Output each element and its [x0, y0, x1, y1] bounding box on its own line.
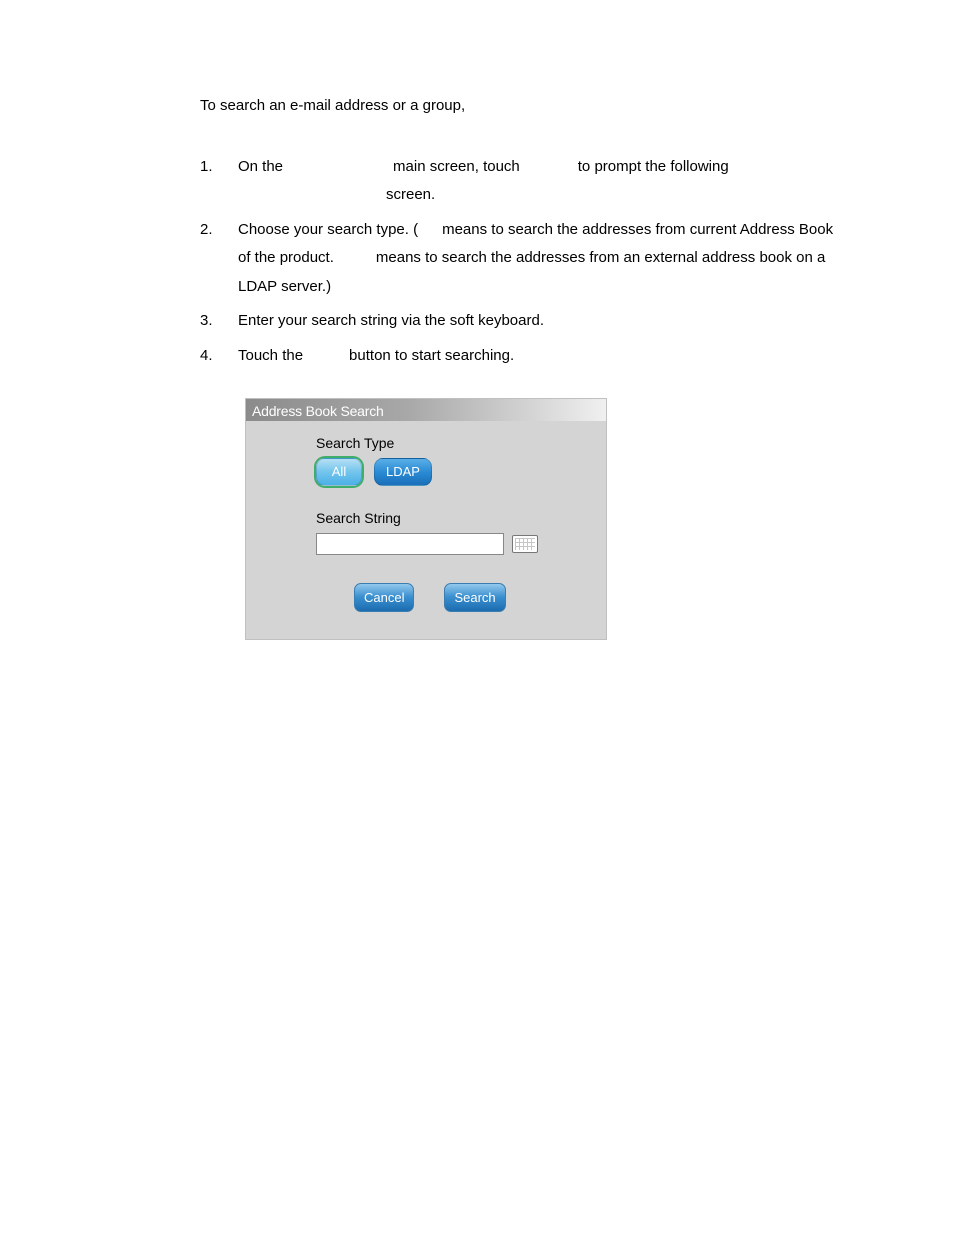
step-text: screen.	[386, 181, 435, 210]
step-body: Touch the button to start searching.	[238, 342, 844, 371]
step-body: Enter your search string via the soft ke…	[238, 307, 844, 336]
search-type-all-button[interactable]: All	[316, 458, 362, 486]
keyboard-icon[interactable]	[512, 535, 538, 553]
dialog-title: Address Book Search	[246, 399, 606, 421]
step-text: Enter your search string via the soft ke…	[238, 312, 544, 329]
steps-list: 1. On the main screen, touch to prompt the…	[200, 153, 844, 371]
step-num: 4.	[200, 342, 238, 371]
step-text: Touch the	[238, 347, 303, 364]
step-text: to prompt the following	[578, 158, 729, 175]
search-button[interactable]: Search	[444, 583, 505, 613]
step-num: 1.	[200, 153, 238, 210]
step-num: 2.	[200, 216, 238, 302]
step-text: On the	[238, 158, 283, 175]
step-num: 3.	[200, 307, 238, 336]
step-text: Choose your search type. (	[238, 221, 418, 238]
step-4: 4. Touch the button to start searching.	[200, 342, 844, 371]
step-3: 3. Enter your search string via the soft…	[200, 307, 844, 336]
step-text: main screen, touch	[393, 158, 520, 175]
search-type-label: Search Type	[316, 433, 586, 454]
search-type-ldap-button[interactable]: LDAP	[374, 458, 432, 486]
step-2: 2. Choose your search type. (means to se…	[200, 216, 844, 302]
search-string-input[interactable]	[316, 533, 504, 555]
search-string-label: Search String	[316, 508, 586, 529]
step-text: button to start searching.	[349, 347, 514, 364]
step-body: Choose your search type. (means to searc…	[238, 216, 844, 302]
cancel-button[interactable]: Cancel	[354, 583, 414, 613]
address-book-search-dialog: Address Book Search Search Type All LDAP…	[245, 398, 607, 640]
step-body: On the main screen, touch to prompt the fo…	[238, 153, 844, 210]
step-1: 1. On the main screen, touch to prompt the…	[200, 153, 844, 210]
intro-text: To search an e-mail address or a group,	[200, 95, 844, 118]
